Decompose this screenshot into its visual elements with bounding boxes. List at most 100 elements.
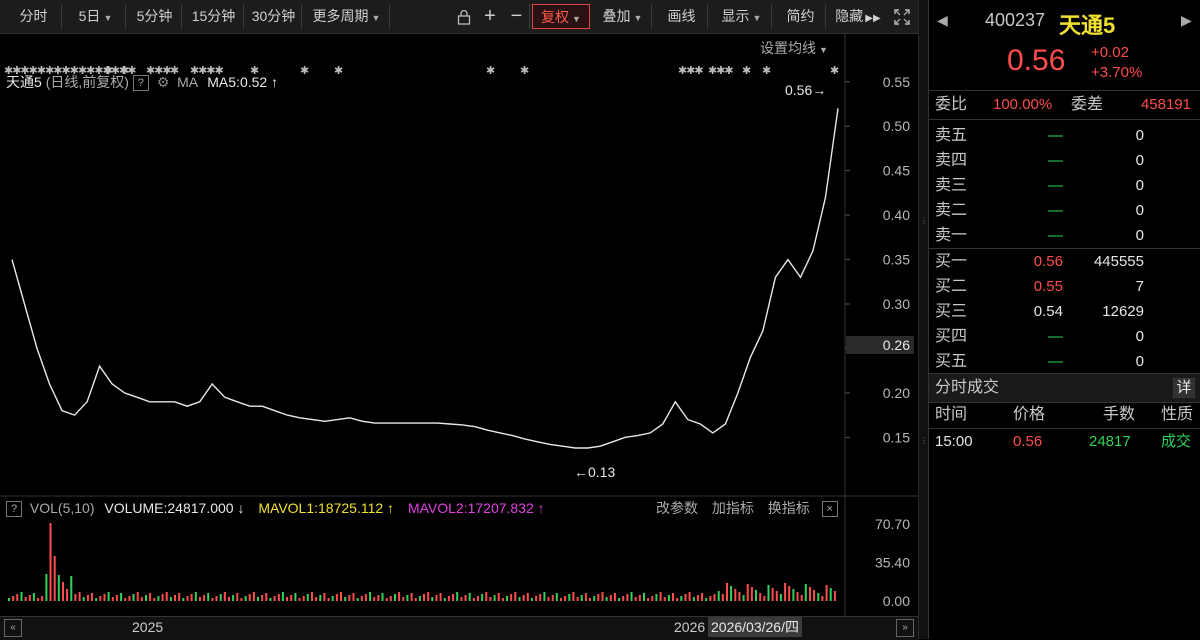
volume-bar — [555, 593, 558, 601]
display-dropdown[interactable]: 显示 ▼ — [712, 4, 772, 29]
volume-bar — [99, 596, 102, 601]
bid-price: — — [1048, 328, 1063, 345]
volume-bar — [464, 595, 467, 601]
volume-bar — [244, 596, 247, 601]
splitter-handle-icon[interactable]: ⋮ — [920, 436, 928, 445]
period-5day-button[interactable]: 5日 ▼ — [66, 4, 126, 29]
kline-chart-area[interactable]: 0.550.500.450.400.350.300.250.200.15 70.… — [0, 34, 918, 616]
help-icon[interactable]: ? — [132, 75, 149, 92]
period-15min-button[interactable]: 15分钟 — [184, 4, 244, 29]
simple-mode-button[interactable]: 简约 — [776, 4, 826, 29]
splitter-handle-icon[interactable]: ⋮ — [920, 216, 928, 225]
lock-icon[interactable] — [452, 4, 476, 29]
ask-price: — — [1048, 202, 1063, 219]
bid-row[interactable]: 买一 0.56 445555 — [929, 249, 1200, 274]
volume-bar — [792, 589, 795, 601]
volume-bar — [493, 595, 496, 601]
scroll-left-icon[interactable]: « — [4, 619, 22, 637]
y-axis-tick-label: 0.30 — [883, 296, 910, 312]
scroll-right-icon[interactable]: » — [896, 619, 914, 637]
volume-bar — [57, 575, 60, 601]
prev-stock-icon[interactable]: ◀ — [937, 12, 948, 29]
volume-help-icon[interactable]: ? — [6, 501, 22, 518]
volume-bar — [215, 596, 218, 601]
volume-axis-tick-label: 0.00 — [883, 593, 910, 609]
hide-button[interactable]: 隐藏 ▶▶ — [830, 4, 886, 29]
volume-bar — [427, 592, 430, 601]
ask-level-label: 卖一 — [935, 227, 968, 244]
bid-row[interactable]: 买三 0.54 12629 — [929, 299, 1200, 324]
volume-bar — [580, 595, 583, 601]
period-5min-button[interactable]: 5分钟 — [128, 4, 182, 29]
volume-bar — [439, 593, 442, 601]
volume-bar — [124, 598, 127, 601]
ask-row[interactable]: 卖一 — 0 — [929, 223, 1200, 248]
event-marker-icon: ✱ — [170, 65, 179, 77]
volume-bar — [630, 592, 633, 601]
volume-bar — [605, 597, 608, 601]
volume-bar — [431, 597, 434, 601]
change-params-button[interactable]: 改参数 — [656, 500, 698, 516]
y-axis-tick-label: 0.15 — [883, 429, 910, 445]
volume-bar — [726, 583, 728, 601]
weibi-label: 委比 — [935, 96, 968, 113]
ticks-detail-button[interactable]: 详 — [1173, 378, 1195, 398]
volume-bar — [66, 589, 69, 601]
price-chart-svg: 0.550.500.450.400.350.300.250.200.15 70.… — [0, 34, 918, 616]
volume-bar — [584, 593, 587, 601]
fuquan-dropdown[interactable]: 复权 ▼ — [532, 4, 590, 29]
volume-bar — [539, 594, 542, 601]
ask-row[interactable]: 卖四 — 0 — [929, 148, 1200, 173]
bid-qty: 0 — [1135, 353, 1144, 370]
volume-bar — [315, 597, 318, 601]
volume-bar — [667, 595, 670, 601]
zoom-in-button[interactable]: + — [478, 4, 502, 29]
period-30min-button[interactable]: 30分钟 — [246, 4, 302, 29]
volume-bar — [696, 595, 699, 601]
draw-line-button[interactable]: 画线 — [656, 4, 708, 29]
zoom-out-button[interactable]: − — [504, 4, 530, 29]
overlay-label: 叠加 — [602, 8, 631, 24]
year-label-2026: 2026 — [674, 619, 706, 635]
volume-bar — [477, 596, 479, 601]
volume-bar — [49, 523, 52, 601]
volume-bar — [833, 591, 836, 601]
tick-row: 15:00 0.56 24817 成交 — [929, 428, 1200, 454]
fullscreen-icon[interactable] — [890, 4, 914, 29]
overlay-dropdown[interactable]: 叠加 ▼ — [594, 4, 652, 29]
volume-bar — [261, 595, 264, 601]
volume-bar — [672, 593, 674, 601]
volume-bar — [813, 590, 816, 601]
volume-bar — [423, 594, 425, 601]
volume-bar — [543, 592, 546, 601]
bid-row[interactable]: 买四 — 0 — [929, 324, 1200, 349]
volume-bar — [198, 597, 201, 601]
period-fenshi-button[interactable]: 分时 — [6, 4, 62, 29]
volume-bar — [713, 594, 716, 601]
volume-bar — [655, 594, 658, 601]
ask-row[interactable]: 卖三 — 0 — [929, 173, 1200, 198]
volume-bar — [103, 594, 106, 601]
bid-row[interactable]: 买五 — 0 — [929, 349, 1200, 374]
ask-row[interactable]: 卖二 — 0 — [929, 198, 1200, 223]
volume-bar — [157, 596, 160, 601]
switch-indicator-button[interactable]: 换指标 — [768, 500, 810, 516]
ask-row[interactable]: 卖五 — 0 — [929, 123, 1200, 148]
add-indicator-button[interactable]: 加指标 — [712, 500, 754, 516]
next-stock-icon[interactable]: ▶ — [1181, 12, 1192, 29]
timeline-bar[interactable]: « 2025 2026 2026/03/26/四 » — [0, 616, 918, 640]
bid-row[interactable]: 买二 0.55 7 — [929, 274, 1200, 299]
volume-bar — [576, 597, 579, 601]
ma-settings-dropdown[interactable]: 设置均线 ▼ — [760, 38, 828, 58]
tick-volume: 24817 — [1089, 433, 1131, 450]
event-marker-icon: ✱ — [742, 65, 751, 77]
volume-bar — [286, 597, 289, 601]
divider — [929, 90, 1200, 91]
volume-bar — [120, 593, 123, 601]
volume-bar — [613, 593, 616, 601]
chevron-down-icon: ▼ — [633, 13, 643, 23]
close-icon[interactable]: × — [821, 501, 838, 518]
volume-bar — [406, 595, 409, 601]
volume-bar — [468, 593, 471, 601]
more-periods-button[interactable]: 更多周期 ▼ — [304, 4, 390, 29]
